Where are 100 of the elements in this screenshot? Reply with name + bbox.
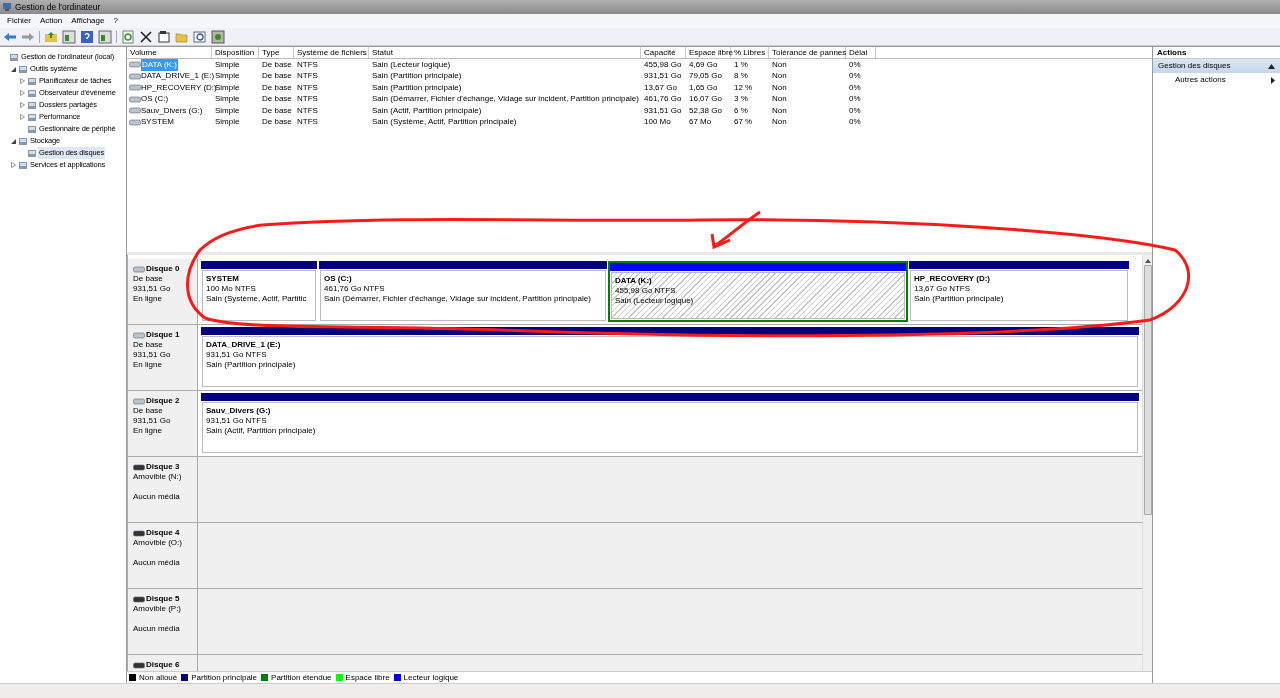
- scroll-up-arrow-icon[interactable]: [1144, 259, 1151, 263]
- table-cell: 52,38 Go: [689, 104, 722, 117]
- table-cell: NTFS: [297, 58, 318, 71]
- properties-icon[interactable]: [157, 29, 171, 44]
- table-cell: 0%: [849, 81, 861, 94]
- disk-name: Disque 2: [146, 396, 180, 406]
- legend-label: Partition principale: [191, 671, 258, 684]
- menu-item[interactable]: ?: [113, 15, 118, 27]
- column-header[interactable]: Disposition: [212, 47, 259, 58]
- panel-icon[interactable]: [98, 29, 112, 44]
- table-cell: 13,67 Go: [644, 81, 677, 94]
- column-header[interactable]: Capacité: [641, 47, 686, 58]
- table-cell: 67 Mo: [689, 116, 712, 129]
- actions-section[interactable]: Gestion des disques: [1153, 59, 1280, 73]
- table-cell: 0%: [849, 58, 861, 71]
- partition-block[interactable]: DATA (K:) 455,98 Go NTFS Sain (Lecteur logique): [608, 261, 908, 322]
- legend-label: Espace libre: [345, 671, 390, 684]
- table-cell: Simple: [215, 116, 240, 129]
- disk-status: Aucun média: [133, 558, 181, 568]
- partition-status: Sain (Démarrer, Fichier d'échange, Vidage sur incident, Partition principale): [324, 294, 592, 304]
- table-cell: 8 %: [734, 70, 748, 83]
- disk-type: Amovible (N:): [133, 472, 183, 482]
- table-cell: 79,05 Go: [689, 70, 722, 83]
- table-cell: NTFS: [297, 81, 318, 94]
- table-cell[interactable]: OS (C:): [141, 93, 169, 106]
- table-cell: De base: [262, 58, 292, 71]
- table-cell: NTFS: [297, 93, 318, 106]
- menu-item[interactable]: Affichage: [71, 15, 105, 27]
- table-cell: Non: [772, 104, 787, 117]
- legend-label: Partition étendue: [271, 671, 332, 684]
- window-title: Gestion de l'ordinateur: [15, 0, 101, 14]
- table-cell: De base: [262, 116, 292, 129]
- partition-status: Sain (Partition principale): [206, 360, 297, 370]
- computer-icon: [2, 2, 12, 12]
- table-cell: 461,76 Go: [644, 93, 682, 106]
- disk-info: En ligne: [133, 426, 163, 436]
- disk-name: Disque 1: [146, 330, 180, 340]
- collapse-arrow-icon[interactable]: [1268, 63, 1275, 69]
- table-cell: Non: [772, 116, 787, 129]
- partition-status: Sain (Lecteur logique): [615, 296, 695, 306]
- collapsed-arrow-icon[interactable]: [20, 90, 25, 96]
- table-cell: Non: [772, 70, 787, 83]
- table-cell: Sain (Partition principale): [372, 81, 462, 94]
- partition-status: Sain (Système, Actif, Partitic: [206, 294, 308, 304]
- table-cell: Sain (Lecteur logique): [372, 58, 451, 71]
- collapsed-arrow-icon[interactable]: [20, 114, 25, 120]
- disk-info: 931,51 Go: [133, 284, 172, 294]
- column-header[interactable]: Espace libre: [686, 47, 731, 58]
- submenu-arrow-icon[interactable]: [1271, 76, 1275, 84]
- table-cell: De base: [262, 104, 292, 117]
- table-cell: 0%: [849, 116, 861, 129]
- column-header[interactable]: Volume: [127, 47, 212, 58]
- expanded-arrow-icon[interactable]: [11, 138, 16, 144]
- disk-info: De base: [133, 274, 164, 284]
- disk-name: Disque 3: [146, 462, 180, 472]
- partition-name: SYSTEM: [206, 274, 240, 284]
- partition-size: 461,76 Go NTFS: [324, 284, 386, 294]
- partition-name: HP_RECOVERY (D:): [914, 274, 991, 284]
- table-cell: 1 %: [734, 58, 748, 71]
- collapsed-arrow-icon[interactable]: [20, 102, 25, 108]
- column-header[interactable]: Statut: [369, 47, 641, 58]
- settings-icon[interactable]: [211, 29, 225, 44]
- menu-item[interactable]: Fichier: [7, 15, 31, 27]
- table-cell: 3 %: [734, 93, 748, 106]
- table-cell: 100 Mo: [644, 116, 671, 129]
- panel-icon[interactable]: [62, 29, 76, 44]
- table-cell: 12 %: [734, 81, 753, 94]
- expanded-arrow-icon[interactable]: [11, 66, 16, 72]
- column-header[interactable]: Type: [259, 47, 294, 58]
- menu-item[interactable]: Action: [40, 15, 63, 27]
- disk-name: Disque 5: [146, 594, 180, 604]
- delete-icon[interactable]: [139, 29, 153, 44]
- collapsed-arrow-icon[interactable]: [11, 162, 16, 168]
- help-icon[interactable]: [80, 29, 94, 44]
- action-link[interactable]: Autres actions: [1175, 74, 1226, 86]
- partition-name: Sauv_Divers (G:): [206, 406, 272, 416]
- collapsed-arrow-icon[interactable]: [20, 78, 25, 84]
- table-cell: NTFS: [297, 70, 318, 83]
- partition-size: 455,98 Go NTFS: [615, 286, 677, 296]
- table-cell[interactable]: DATA_DRIVE_1 (E:): [141, 70, 215, 83]
- disk-info: De base: [133, 406, 164, 416]
- table-cell[interactable]: Sauv_Divers (G:): [141, 104, 203, 117]
- folder-up-icon[interactable]: [44, 29, 58, 44]
- partition-size: 931,51 Go NTFS: [206, 416, 268, 426]
- partition-name: DATA_DRIVE_1 (E:): [206, 340, 282, 350]
- scrollbar[interactable]: [1142, 255, 1152, 671]
- table-cell: NTFS: [297, 104, 318, 117]
- table-cell[interactable]: SYSTEM: [141, 116, 174, 129]
- partition-name: DATA (K:): [615, 276, 653, 286]
- column-header[interactable]: Système de fichiers: [294, 47, 369, 58]
- table-cell: Sain (Système, Actif, Partition principale): [372, 116, 517, 129]
- partition-size: 13,67 Go NTFS: [914, 284, 972, 294]
- table-cell: Sain (Actif, Partition principale): [372, 104, 482, 117]
- table-cell: Simple: [215, 70, 240, 83]
- table-cell: 1,65 Go: [689, 81, 718, 94]
- search-icon[interactable]: [193, 29, 207, 44]
- column-header[interactable]: Tolérance de pannes: [769, 47, 846, 58]
- refresh-icon[interactable]: [121, 29, 135, 44]
- disk-name: Disque 4: [146, 528, 180, 538]
- column-header[interactable]: Délai: [846, 47, 876, 58]
